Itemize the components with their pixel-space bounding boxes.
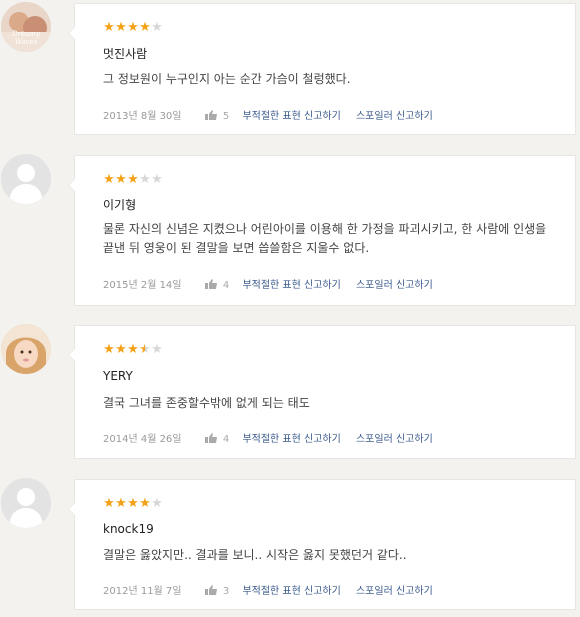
review-text: 결말은 옳았지만.. 결과를 보니.. 시작은 옳지 못했던거 같다.. [103, 548, 407, 562]
like-button[interactable]: 4 [204, 279, 230, 291]
review-card: ★★★★★ YERY 결국 그녀를 존중할수밖에 없게 되는 태도 2014년 … [68, 325, 576, 459]
star-icon: ★ [127, 172, 139, 187]
review-date: 2014년 4월 26일 [103, 434, 182, 445]
thumbs-up-icon [204, 433, 217, 443]
star-icon: ★ [127, 20, 139, 35]
star-icon: ★ [127, 496, 139, 511]
review-meta: 2015년 2월 14일 4 부적절한 표현 신고하기 스포일러 신고하기 [103, 276, 433, 291]
star-icon: ★ [139, 172, 151, 187]
review-meta: 2012년 11월 7일 3 부적절한 표현 신고하기 스포일러 신고하기 [103, 582, 433, 597]
like-button[interactable]: 5 [204, 110, 230, 122]
rating-stars: ★★★★★ [103, 343, 163, 356]
like-count: 4 [222, 434, 230, 445]
like-button[interactable]: 3 [204, 585, 230, 597]
star-icon: ★ [115, 342, 127, 357]
star-icon: ★ [127, 342, 139, 357]
star-icon: ★ [115, 496, 127, 511]
review-date: 2013년 8월 30일 [103, 111, 182, 122]
rating-stars: ★★★★★ [103, 173, 163, 186]
star-icon: ★ [115, 20, 127, 35]
star-icon: ★ [139, 496, 151, 511]
avatar[interactable] [1, 154, 51, 204]
avatar[interactable] [1, 478, 51, 528]
report-spoiler-link[interactable]: 스포일러 신고하기 [356, 111, 433, 122]
star-icon: ★ [103, 172, 115, 187]
default-avatar-icon [1, 478, 51, 528]
avatar[interactable] [1, 324, 51, 374]
star-icon: ★ [151, 496, 163, 511]
like-count: 4 [222, 280, 230, 291]
report-spoiler-link[interactable]: 스포일러 신고하기 [356, 434, 433, 445]
star-icon: ★ [103, 496, 115, 511]
star-icon: ★ [115, 172, 127, 187]
review-text: 물론 자신의 신념은 지켰으나 어린아이를 이용해 한 가정을 파괴시키고, 한… [103, 222, 547, 255]
default-avatar-icon [1, 154, 51, 204]
thumbs-up-icon [204, 585, 217, 595]
review-author[interactable]: knock19 [103, 522, 154, 536]
review-card: ★★★★★ knock19 결말은 옳았지만.. 결과를 보니.. 시작은 옳지… [68, 479, 576, 610]
star-icon: ★ [103, 20, 115, 35]
rating-stars: ★★★★★ [103, 21, 163, 34]
review-author[interactable]: 멋진사람 [103, 45, 147, 62]
review-date: 2015년 2월 14일 [103, 280, 182, 291]
avatar[interactable]: Dreamy Waves [1, 2, 51, 52]
thumbs-up-icon [204, 279, 217, 289]
review-text: 결국 그녀를 존중할수밖에 없게 되는 태도 [103, 396, 310, 410]
review-author[interactable]: 이기형 [103, 196, 136, 213]
report-abuse-link[interactable]: 부적절한 표현 신고하기 [242, 280, 340, 291]
star-icon: ★ [139, 20, 151, 35]
like-count: 3 [222, 586, 230, 597]
star-icon: ★ [151, 172, 163, 187]
report-spoiler-link[interactable]: 스포일러 신고하기 [356, 586, 433, 597]
rating-stars: ★★★★★ [103, 497, 163, 510]
avatar-text: Dreamy Waves [12, 30, 40, 46]
report-spoiler-link[interactable]: 스포일러 신고하기 [356, 280, 433, 291]
review-meta: 2013년 8월 30일 5 부적절한 표현 신고하기 스포일러 신고하기 [103, 107, 433, 122]
report-abuse-link[interactable]: 부적절한 표현 신고하기 [242, 111, 340, 122]
like-button[interactable]: 4 [204, 433, 230, 445]
like-count: 5 [222, 111, 230, 122]
star-icon: ★ [139, 342, 151, 357]
star-icon: ★ [103, 342, 115, 357]
review-card: ★★★★★ 이기형 물론 자신의 신념은 지켰으나 어린아이를 이용해 한 가정… [68, 155, 576, 306]
review-card: ★★★★★ 멋진사람 그 정보원이 누구인지 아는 순간 가슴이 철렁했다. 2… [68, 3, 576, 135]
photo-avatar-image [1, 324, 51, 374]
report-abuse-link[interactable]: 부적절한 표현 신고하기 [242, 586, 340, 597]
review-date: 2012년 11월 7일 [103, 586, 182, 597]
review-author[interactable]: YERY [103, 369, 133, 383]
thumbs-up-icon [204, 110, 217, 120]
star-icon: ★ [151, 342, 163, 357]
star-icon: ★ [151, 20, 163, 35]
review-meta: 2014년 4월 26일 4 부적절한 표현 신고하기 스포일러 신고하기 [103, 430, 433, 445]
review-text: 그 정보원이 누구인지 아는 순간 가슴이 철렁했다. [103, 72, 351, 86]
report-abuse-link[interactable]: 부적절한 표현 신고하기 [242, 434, 340, 445]
